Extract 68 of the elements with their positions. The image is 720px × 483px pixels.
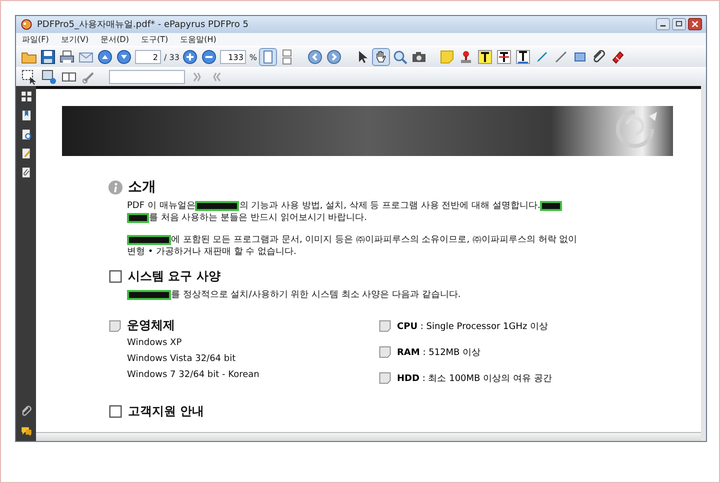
single-page-icon[interactable] bbox=[260, 49, 276, 65]
back-icon[interactable] bbox=[307, 49, 324, 65]
zoom-field[interactable]: 133 bbox=[220, 50, 246, 64]
search-field[interactable] bbox=[109, 70, 185, 84]
redaction-mark bbox=[127, 290, 171, 300]
note-bullet-icon bbox=[378, 371, 392, 385]
page-number-field[interactable]: 2 bbox=[135, 50, 161, 64]
printer-icon[interactable] bbox=[59, 49, 75, 65]
maximize-icon[interactable] bbox=[672, 18, 686, 32]
select-image-icon[interactable] bbox=[41, 69, 57, 85]
square-bullet-icon bbox=[108, 269, 123, 284]
subsection-heading: 운영체제 bbox=[127, 317, 175, 334]
menu-item[interactable]: 문서(D) bbox=[100, 34, 129, 45]
window-title: PDFPro5_사용자매뉴얼.pdf* - ePapyrus PDFPro 5 bbox=[37, 19, 250, 31]
zoom-unit: % bbox=[249, 52, 258, 62]
redaction-mark bbox=[127, 213, 149, 223]
text-highlight-icon[interactable] bbox=[477, 49, 494, 65]
page-total: / 33 bbox=[164, 52, 180, 62]
redaction-mark bbox=[195, 201, 240, 211]
menu-item[interactable]: 도움말(H) bbox=[180, 34, 216, 45]
attachment-panel-icon[interactable] bbox=[20, 166, 32, 179]
spec-text: HDD : 최소 100MB 이상의 여유 공간 bbox=[397, 372, 552, 384]
menu-item[interactable]: 도구(T) bbox=[140, 34, 168, 45]
select-area-icon[interactable] bbox=[21, 69, 37, 85]
text-strikeout-icon[interactable] bbox=[496, 49, 512, 65]
search-document-icon[interactable] bbox=[20, 128, 32, 141]
paragraph-text: 를 처음 사용하는 분들은 반드시 읽어보시기 바랍니다. bbox=[149, 212, 368, 224]
spec-text: CPU : Single Processor 1GHz 이상 bbox=[397, 320, 548, 332]
note-bullet-icon bbox=[108, 318, 122, 332]
paragraph-text: PDF 이 매뉴얼은 bbox=[127, 200, 196, 212]
vertical-scrollbar[interactable] bbox=[701, 86, 706, 441]
hand-icon[interactable] bbox=[373, 49, 390, 65]
annotations-icon[interactable] bbox=[20, 147, 32, 160]
spec-text: RAM : 512MB 이상 bbox=[397, 346, 481, 358]
close-icon[interactable] bbox=[688, 18, 702, 32]
bookmark-icon[interactable] bbox=[20, 109, 32, 122]
redaction-mark bbox=[127, 235, 171, 245]
horizontal-scrollbar[interactable] bbox=[36, 432, 701, 441]
menu-item[interactable]: 파일(F) bbox=[22, 34, 49, 45]
os-item: Windows XP bbox=[127, 338, 183, 348]
minimize-icon[interactable] bbox=[656, 18, 670, 32]
note-bullet-icon bbox=[378, 319, 392, 333]
camera-icon[interactable] bbox=[411, 49, 428, 65]
forward-icon[interactable] bbox=[326, 49, 342, 65]
paperclip-icon[interactable] bbox=[591, 49, 608, 65]
os-item: Windows 7 32/64 bit - Korean bbox=[127, 370, 260, 380]
app-logo-icon bbox=[20, 18, 33, 31]
magnifier-icon[interactable] bbox=[392, 49, 408, 65]
note-bullet-icon bbox=[378, 345, 392, 359]
paperclip-icon[interactable] bbox=[20, 405, 32, 418]
paragraph-text: 의 기능과 사용 방법, 설치, 삭제 등 프로그램 사용 전반에 대해 설명합니다. bbox=[239, 200, 540, 212]
section-heading: 시스템 요구 사양 bbox=[128, 268, 220, 285]
line-icon[interactable] bbox=[553, 49, 570, 65]
section-heading: 소개 bbox=[128, 178, 156, 196]
thumbnails-icon[interactable] bbox=[20, 90, 32, 103]
eraser-icon[interactable] bbox=[610, 49, 626, 65]
redaction-mark bbox=[540, 201, 562, 211]
zoom-out-icon[interactable] bbox=[201, 49, 218, 65]
paragraph-text: 변형 • 가공하거나 재판매 할 수 없습니다. bbox=[127, 246, 296, 258]
section-heading: 고객지원 안내 bbox=[128, 403, 204, 420]
square-bullet-icon bbox=[108, 404, 123, 419]
zoom-in-icon[interactable] bbox=[182, 49, 198, 65]
info-icon bbox=[108, 180, 123, 194]
os-item: Windows Vista 32/64 bit bbox=[127, 354, 237, 364]
text-underline-icon[interactable] bbox=[515, 49, 532, 65]
menu-item[interactable]: 보기(V) bbox=[60, 34, 89, 45]
paragraph-text: 에 포함된 모든 프로그램과 문서, 이미지 등은 ㈜이파피루스의 소유이므로, ㈜이파피루스의 허락 없이 bbox=[171, 234, 578, 246]
paragraph-text: 를 정상적으로 설치/사용하기 위한 시스템 최소 사양은 다음과 같습니다. bbox=[171, 289, 461, 301]
